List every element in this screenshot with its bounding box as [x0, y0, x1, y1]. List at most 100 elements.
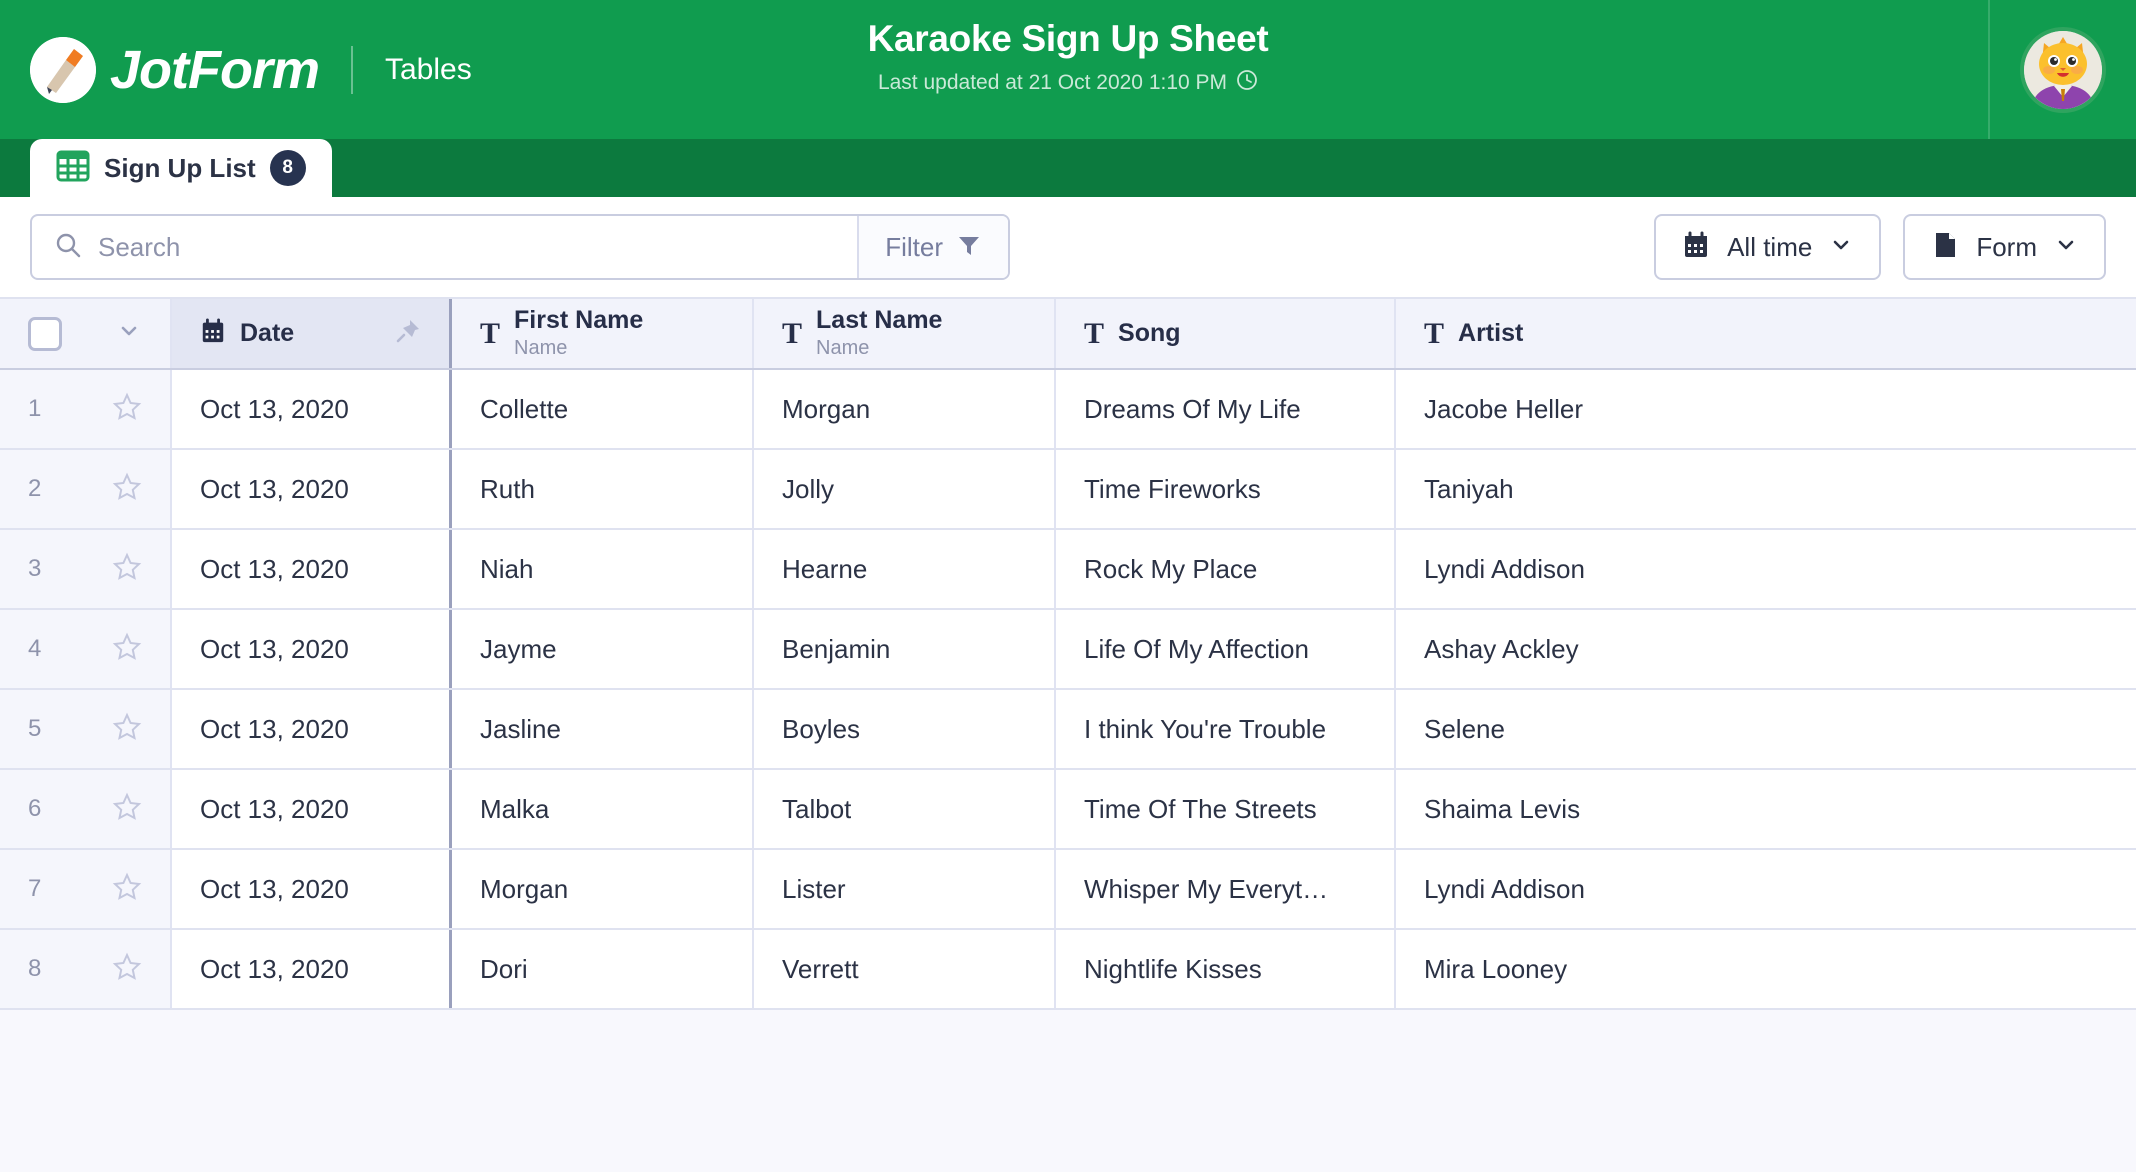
cell-first-name[interactable]: Ruth	[452, 450, 754, 528]
cell-song[interactable]: Rock My Place	[1056, 530, 1396, 608]
table-row[interactable]: 7 Oct 13, 2020 Morgan Lister Whisper My Ever…	[0, 850, 2136, 930]
cell-date[interactable]: Oct 13, 2020	[172, 450, 452, 528]
cell-value: Benjamin	[782, 633, 891, 664]
cell-first-name[interactable]: Jayme	[452, 610, 754, 688]
star-icon[interactable]	[112, 712, 142, 747]
row-actions-chevron-icon[interactable]	[116, 318, 142, 349]
cell-date[interactable]: Oct 13, 2020	[172, 690, 452, 768]
star-icon[interactable]	[112, 872, 142, 907]
cell-artist[interactable]: Lyndi Addison	[1396, 530, 2136, 608]
cell-song[interactable]: I think You're Trouble	[1056, 690, 1396, 768]
cell-artist[interactable]: Mira Looney	[1396, 930, 2136, 1008]
cell-date[interactable]: Oct 13, 2020	[172, 370, 452, 448]
table-row[interactable]: 6 Oct 13, 2020 Malka Talbot Time Of The Stre…	[0, 770, 2136, 850]
cell-artist[interactable]: Ashay Ackley	[1396, 610, 2136, 688]
form-button[interactable]: Form	[1903, 214, 2106, 280]
table-row[interactable]: 1 Oct 13, 2020 Collette Morgan Dreams Of My …	[0, 370, 2136, 450]
select-all-checkbox[interactable]	[28, 316, 62, 351]
cell-artist[interactable]: Jacobe Heller	[1396, 370, 2136, 448]
search-bar: Filter	[30, 214, 1010, 280]
cell-last-name[interactable]: Boyles	[754, 690, 1056, 768]
cell-song[interactable]: Nightlife Kisses	[1056, 930, 1396, 1008]
cell-artist[interactable]: Taniyah	[1396, 450, 2136, 528]
cell-value: Selene	[1424, 713, 1505, 744]
row-gutter: 7	[0, 850, 172, 928]
cell-first-name[interactable]: Niah	[452, 530, 754, 608]
text-type-icon: T	[1424, 316, 1445, 350]
cell-value: Hearne	[782, 553, 868, 584]
avatar[interactable]	[2020, 26, 2106, 113]
search-input[interactable]	[98, 231, 836, 263]
last-updated: Last updated at 21 Oct 2020 1:10 PM	[878, 69, 1258, 97]
cell-first-name[interactable]: Collette	[452, 370, 754, 448]
table-row[interactable]: 2 Oct 13, 2020 Ruth Jolly Time Fireworks Tani…	[0, 450, 2136, 530]
cell-artist[interactable]: Selene	[1396, 690, 2136, 768]
cell-song[interactable]: Time Of The Streets	[1056, 770, 1396, 848]
column-label: Last Name	[816, 305, 943, 334]
cell-first-name[interactable]: Morgan	[452, 850, 754, 928]
product-name[interactable]: Tables	[385, 53, 472, 87]
star-icon[interactable]	[112, 632, 142, 667]
column-header-first-name[interactable]: T First Name Name	[452, 299, 754, 368]
brand-area: JotForm Tables	[0, 0, 472, 139]
date-range-button[interactable]: All time	[1654, 214, 1882, 280]
text-type-icon: T	[1084, 316, 1105, 350]
column-header-song[interactable]: T Song	[1056, 299, 1396, 368]
cell-first-name[interactable]: Malka	[452, 770, 754, 848]
data-table: Date T First Name Name T Last Name Name …	[0, 297, 2136, 1172]
cell-value: Jolly	[782, 473, 835, 504]
table-row[interactable]: 8 Oct 13, 2020 Dori Verrett Nightlife Kisses…	[0, 930, 2136, 1010]
cell-last-name[interactable]: Lister	[754, 850, 1056, 928]
table-row[interactable]: 3 Oct 13, 2020 Niah Hearne Rock My Place Lynd…	[0, 530, 2136, 610]
cell-date[interactable]: Oct 13, 2020	[172, 770, 452, 848]
app-header: JotForm Tables Karaoke Sign Up Sheet Las…	[0, 0, 2136, 139]
cell-value: Time Fireworks	[1084, 473, 1261, 504]
cell-first-name[interactable]: Jasline	[452, 690, 754, 768]
form-label: Form	[1976, 231, 2037, 262]
cell-last-name[interactable]: Morgan	[754, 370, 1056, 448]
tab-sign-up-list[interactable]: Sign Up List 8	[30, 139, 332, 197]
column-sublabel: Name	[514, 337, 568, 360]
cell-artist[interactable]: Lyndi Addison	[1396, 850, 2136, 928]
cell-last-name[interactable]: Verrett	[754, 930, 1056, 1008]
cell-value: Morgan	[782, 393, 871, 424]
column-header-last-name[interactable]: T Last Name Name	[754, 299, 1056, 368]
star-icon[interactable]	[112, 472, 142, 507]
cell-date[interactable]: Oct 13, 2020	[172, 530, 452, 608]
cell-song[interactable]: Dreams Of My Life	[1056, 370, 1396, 448]
pin-icon[interactable]	[395, 318, 421, 349]
column-header-date[interactable]: Date	[172, 299, 452, 368]
cell-last-name[interactable]: Hearne	[754, 530, 1056, 608]
cell-date[interactable]: Oct 13, 2020	[172, 610, 452, 688]
cell-song[interactable]: Time Fireworks	[1056, 450, 1396, 528]
search-field[interactable]	[32, 216, 857, 278]
star-icon[interactable]	[112, 952, 142, 987]
brand-name[interactable]: JotForm	[110, 39, 320, 101]
cell-date[interactable]: Oct 13, 2020	[172, 930, 452, 1008]
cell-artist[interactable]: Shaima Levis	[1396, 770, 2136, 848]
cell-value: Dori	[480, 953, 528, 984]
star-icon[interactable]	[112, 792, 142, 827]
cell-value: Ashay Ackley	[1424, 633, 1579, 664]
star-icon[interactable]	[112, 552, 142, 587]
row-number: 4	[28, 635, 42, 662]
jotform-pencil-logo-icon[interactable]	[30, 36, 96, 103]
column-header-artist[interactable]: T Artist	[1396, 299, 2136, 368]
cell-last-name[interactable]: Jolly	[754, 450, 1056, 528]
star-icon[interactable]	[112, 392, 142, 427]
search-icon	[54, 231, 82, 264]
text-type-icon: T	[782, 316, 803, 350]
chevron-down-icon	[2054, 233, 2078, 262]
table-row[interactable]: 4 Oct 13, 2020 Jayme Benjamin Life Of My Aff…	[0, 610, 2136, 690]
cell-song[interactable]: Life Of My Affection	[1056, 610, 1396, 688]
cell-value: Oct 13, 2020	[200, 873, 349, 904]
filter-button[interactable]: Filter	[857, 216, 1008, 278]
cell-date[interactable]: Oct 13, 2020	[172, 850, 452, 928]
cell-last-name[interactable]: Talbot	[754, 770, 1056, 848]
row-gutter: 4	[0, 610, 172, 688]
clock-icon	[1236, 69, 1258, 97]
cell-last-name[interactable]: Benjamin	[754, 610, 1056, 688]
table-row[interactable]: 5 Oct 13, 2020 Jasline Boyles I think You're…	[0, 690, 2136, 770]
cell-first-name[interactable]: Dori	[452, 930, 754, 1008]
cell-song[interactable]: Whisper My Everyt…	[1056, 850, 1396, 928]
